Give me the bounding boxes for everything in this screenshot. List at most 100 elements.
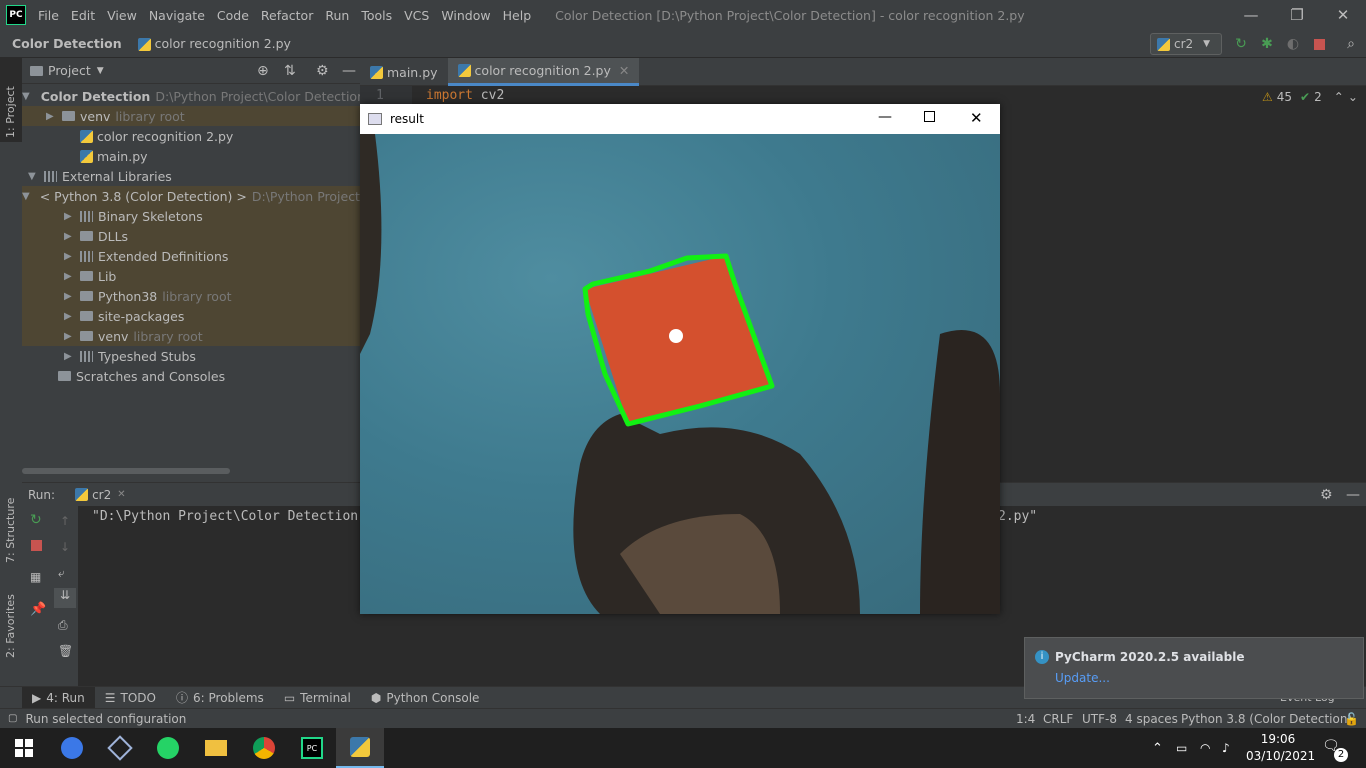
file-explorer-icon[interactable] bbox=[192, 728, 240, 768]
chevron-down-icon[interactable]: ▼ bbox=[22, 191, 30, 202]
maximize-icon[interactable] bbox=[924, 111, 935, 122]
layout-icon[interactable]: ▦ bbox=[30, 570, 41, 584]
volume-icon[interactable]: ♪ bbox=[1222, 741, 1230, 755]
chevron-right-icon[interactable]: ▶ bbox=[64, 311, 74, 322]
tree-item[interactable]: ▶ Typeshed Stubs bbox=[22, 346, 360, 366]
virtualbox-icon[interactable] bbox=[96, 728, 144, 768]
minimize-icon[interactable]: — bbox=[1228, 0, 1274, 30]
browser-icon[interactable] bbox=[48, 728, 96, 768]
clock-time[interactable]: 19:06 bbox=[1250, 732, 1306, 746]
interpreter-setting[interactable]: Python 3.8 (Color Detection) bbox=[1181, 712, 1352, 726]
locate-icon[interactable]: ⊕ bbox=[257, 63, 269, 79]
rerun-icon[interactable]: ↻ bbox=[30, 512, 42, 528]
chevron-up-icon[interactable]: ⌃ bbox=[1334, 90, 1344, 104]
project-tool-label[interactable]: 1: Project bbox=[4, 86, 17, 138]
result-window[interactable]: result — ✕ bbox=[360, 104, 1000, 614]
update-link[interactable]: Update... bbox=[1055, 671, 1110, 685]
tool-problems[interactable]: ⓘ 6: Problems bbox=[166, 687, 274, 709]
search-icon[interactable]: ⌕ bbox=[1342, 35, 1360, 53]
chevron-right-icon[interactable]: ▶ bbox=[64, 211, 74, 222]
tree-item[interactable]: ▶ Python38 library root bbox=[22, 286, 360, 306]
menu-navigate[interactable]: Navigate bbox=[143, 8, 211, 23]
tree-item[interactable]: ▶ venv library root bbox=[22, 326, 360, 346]
hide-icon[interactable]: — bbox=[1346, 487, 1360, 503]
tree-item[interactable]: ▶ Lib bbox=[22, 266, 360, 286]
soft-wrap-icon[interactable]: ⤶ bbox=[58, 566, 65, 581]
tool-python-console[interactable]: ⬢ Python Console bbox=[361, 687, 490, 709]
code-line[interactable]: import cv2 bbox=[426, 88, 504, 103]
tab-main-py[interactable]: main.py bbox=[360, 58, 448, 86]
tree-item[interactable]: color recognition 2.py bbox=[22, 126, 360, 146]
close-tab-icon[interactable]: ✕ bbox=[619, 63, 629, 78]
chevron-right-icon[interactable]: ▶ bbox=[46, 111, 56, 122]
trash-icon[interactable]: 🗑 bbox=[58, 644, 73, 658]
menu-run[interactable]: Run bbox=[319, 8, 355, 23]
close-icon[interactable]: ✕ bbox=[1320, 0, 1366, 30]
chevron-down-icon[interactable]: ▼ bbox=[22, 91, 30, 102]
line-separator[interactable]: CRLF bbox=[1043, 712, 1073, 726]
coverage-icon[interactable]: ◐ bbox=[1284, 35, 1302, 53]
lock-icon[interactable]: 🔓 bbox=[1344, 712, 1359, 726]
tree-item[interactable]: ▼ < Python 3.8 (Color Detection) > D:\Pyth… bbox=[22, 186, 364, 206]
tree-item[interactable]: ▶ Binary Skeletons bbox=[22, 206, 360, 226]
chevron-right-icon[interactable]: ▶ bbox=[64, 331, 74, 342]
tool-terminal[interactable]: ▭ Terminal bbox=[274, 687, 361, 709]
tree-item[interactable]: ▶ site-packages bbox=[22, 306, 360, 326]
menu-file[interactable]: File bbox=[32, 8, 65, 23]
run-tab-cr2[interactable]: cr2 ✕ bbox=[75, 488, 126, 502]
whatsapp-icon[interactable] bbox=[144, 728, 192, 768]
result-window-titlebar[interactable]: result — ✕ bbox=[360, 104, 1000, 134]
project-panel-title[interactable]: Project bbox=[48, 63, 91, 78]
chevron-down-icon[interactable]: ▼ bbox=[28, 171, 38, 182]
chevron-right-icon[interactable]: ▶ bbox=[64, 271, 74, 282]
tree-item[interactable]: ▶ venv library root bbox=[22, 106, 360, 126]
chevron-right-icon[interactable]: ▶ bbox=[64, 251, 74, 262]
chevron-right-icon[interactable]: ▶ bbox=[64, 291, 74, 302]
structure-tool-label[interactable]: 7: Structure bbox=[4, 498, 17, 563]
windows-start-icon[interactable] bbox=[0, 728, 48, 768]
update-notification[interactable]: i PyCharm 2020.2.5 available Update... bbox=[1024, 637, 1364, 699]
pin-icon[interactable]: 📌 bbox=[30, 602, 46, 617]
favorites-tool-label[interactable]: 2: Favorites bbox=[4, 594, 17, 658]
caret-position[interactable]: 1:4 bbox=[1016, 712, 1035, 726]
rerun-icon[interactable]: ↻ bbox=[1232, 35, 1250, 53]
menu-code[interactable]: Code bbox=[211, 8, 255, 23]
pycharm-icon[interactable]: PC bbox=[288, 728, 336, 768]
clock-date[interactable]: 03/10/2021 bbox=[1246, 749, 1315, 763]
chevron-down-icon[interactable]: ⌄ bbox=[1348, 90, 1358, 104]
arrow-down-icon[interactable]: ↓ bbox=[60, 540, 70, 554]
close-tab-icon[interactable]: ✕ bbox=[117, 489, 125, 500]
close-icon[interactable]: ✕ bbox=[970, 109, 983, 127]
gear-icon[interactable]: ⚙ bbox=[1320, 487, 1333, 503]
hide-icon[interactable]: — bbox=[342, 63, 356, 79]
tab-color-recognition[interactable]: color recognition 2.py ✕ bbox=[447, 58, 640, 86]
menu-view[interactable]: View bbox=[101, 8, 143, 23]
tool-run[interactable]: ▶ 4: Run bbox=[22, 686, 95, 709]
pycharm-logo-icon[interactable]: PC bbox=[6, 5, 26, 25]
scroll-to-end-icon[interactable]: ⇊ bbox=[54, 588, 76, 608]
tool-todo[interactable]: ☰ TODO bbox=[95, 687, 166, 709]
chevron-right-icon[interactable]: ▶ bbox=[64, 231, 74, 242]
indent-setting[interactable]: 4 spaces bbox=[1125, 712, 1178, 726]
tree-item[interactable]: ▶ DLLs bbox=[22, 226, 360, 246]
breadcrumb-project[interactable]: Color Detection bbox=[12, 36, 122, 51]
chevron-up-icon[interactable]: ⌃ bbox=[1152, 741, 1163, 756]
debug-icon[interactable]: ✱ bbox=[1258, 35, 1276, 53]
chrome-icon[interactable] bbox=[240, 728, 288, 768]
tree-item[interactable]: ▶ Extended Definitions bbox=[22, 246, 360, 266]
tree-item[interactable]: ▼ Color Detection D:\Python Project\Color … bbox=[22, 86, 365, 106]
tree-item[interactable]: main.py bbox=[22, 146, 360, 166]
inspection-widget[interactable]: ⚠ 45 ✔ 2 ⌃ ⌄ bbox=[1262, 90, 1358, 104]
breadcrumb-file[interactable]: color recognition 2.py bbox=[137, 36, 291, 51]
menu-edit[interactable]: Edit bbox=[65, 8, 101, 23]
menu-vcs[interactable]: VCS bbox=[398, 8, 435, 23]
menu-help[interactable]: Help bbox=[497, 8, 538, 23]
minimize-icon[interactable]: — bbox=[878, 109, 892, 125]
horizontal-scrollbar[interactable] bbox=[22, 468, 230, 474]
tree-item[interactable]: Scratches and Consoles bbox=[22, 366, 360, 386]
toggle-tool-windows-icon[interactable]: ▢ bbox=[8, 713, 17, 724]
tree-item[interactable]: ▼ External Libraries bbox=[22, 166, 360, 186]
gear-icon[interactable]: ⚙ bbox=[316, 63, 329, 79]
arrow-up-icon[interactable]: ↑ bbox=[60, 514, 70, 528]
file-encoding[interactable]: UTF-8 bbox=[1082, 712, 1117, 726]
